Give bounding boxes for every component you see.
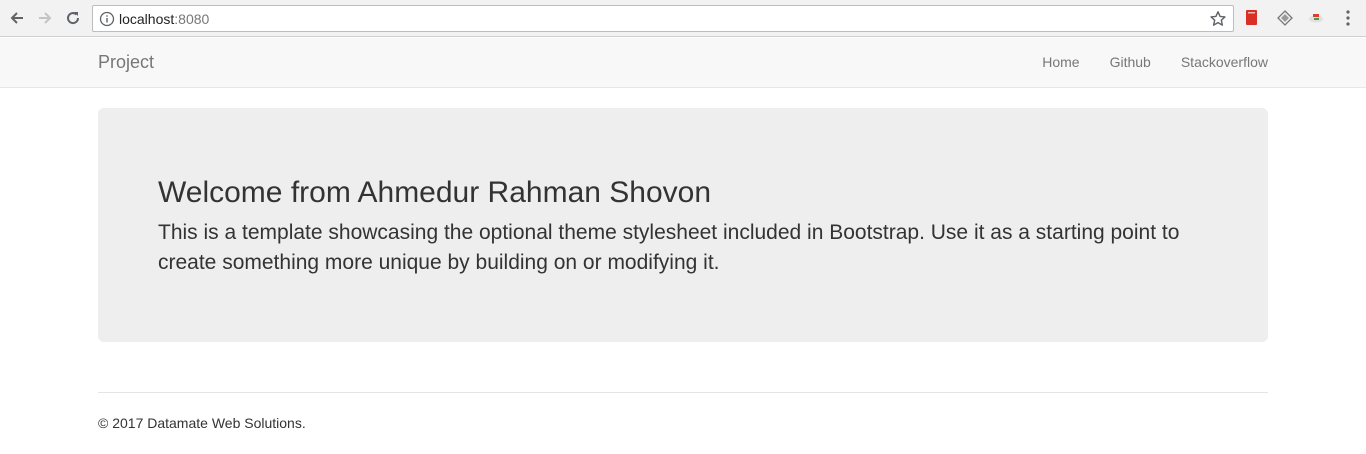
jumbotron-heading: Welcome from Ahmedur Rahman Shovon (158, 176, 712, 209)
nav-links: Home Github Stackoverflow (1012, 54, 1268, 71)
site-navbar: Project Home Github Stackoverflow (0, 38, 1366, 88)
forward-icon (39, 12, 52, 24)
footer-copyright: © 2017 Datamate Web Solutions. (98, 415, 306, 431)
nav-link-github[interactable]: Github (1110, 54, 1151, 71)
jumbotron: Welcome from Ahmedur Rahman Shovon This … (98, 108, 1268, 342)
reload-icon (67, 12, 80, 25)
url-port: :8080 (174, 11, 210, 27)
star-icon[interactable] (1209, 10, 1227, 28)
nav-link-stackoverflow[interactable]: Stackoverflow (1181, 54, 1268, 71)
extension-icon[interactable] (1243, 9, 1261, 27)
browser-toolbar: localhost:8080 (0, 0, 1366, 37)
extension-icon[interactable] (1307, 9, 1325, 27)
menu-icon[interactable] (1340, 9, 1356, 27)
url-text[interactable]: localhost:8080 (119, 11, 209, 28)
address-bar[interactable]: localhost:8080 (92, 5, 1234, 32)
nav-link-home[interactable]: Home (1042, 54, 1079, 71)
back-icon (10, 12, 23, 24)
footer-divider (98, 392, 1268, 393)
forward-button[interactable] (34, 7, 56, 29)
info-icon[interactable] (99, 11, 115, 27)
brand-link[interactable]: Project (98, 52, 154, 72)
back-button[interactable] (6, 7, 28, 29)
extension-icon[interactable] (1276, 9, 1294, 27)
jumbotron-text: This is a template showcasing the option… (158, 221, 1180, 274)
url-host: localhost (119, 11, 175, 27)
reload-button[interactable] (62, 7, 84, 29)
